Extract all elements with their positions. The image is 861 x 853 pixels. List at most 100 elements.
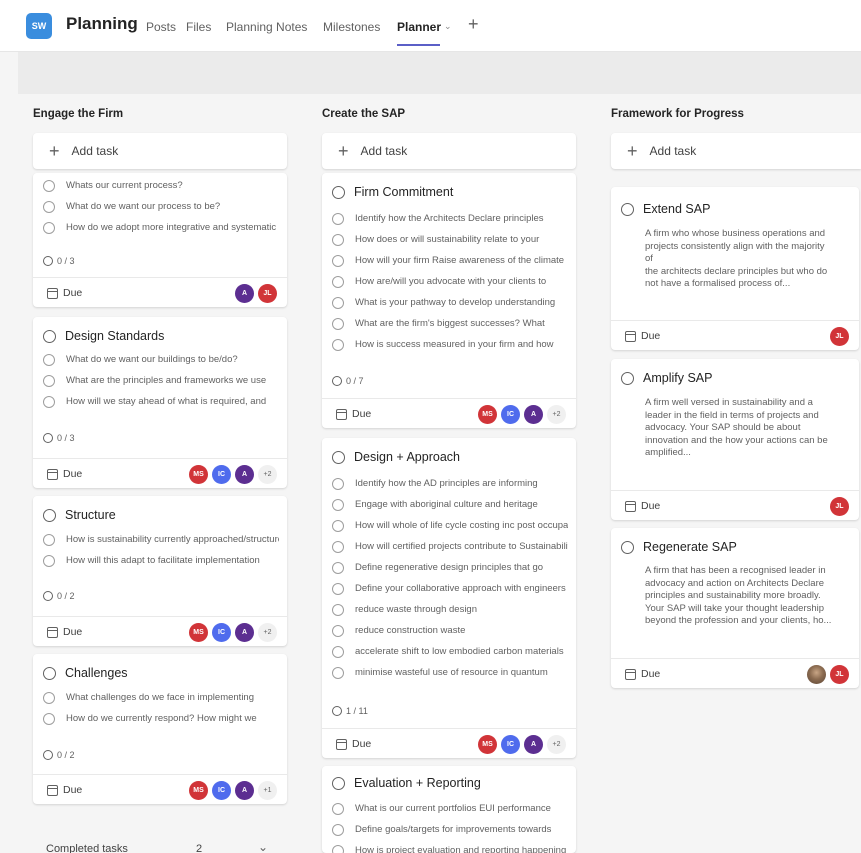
checkbox-circle-icon[interactable]: [332, 844, 344, 853]
complete-circle-icon[interactable]: [332, 185, 345, 199]
checklist-item[interactable]: How do we currently respond? How might w…: [43, 708, 279, 729]
task-card[interactable]: Extend SAP A firm who whose business ope…: [611, 187, 859, 350]
add-tab-plus-icon[interactable]: +: [468, 14, 479, 35]
complete-circle-icon[interactable]: [43, 508, 56, 522]
complete-circle-icon[interactable]: [621, 540, 634, 554]
checkbox-circle-icon[interactable]: [43, 221, 55, 234]
checkbox-circle-icon[interactable]: [332, 498, 344, 511]
assignees[interactable]: MS IC A +2: [185, 465, 277, 484]
avatar[interactable]: A: [235, 465, 254, 484]
assignees[interactable]: A JL: [231, 284, 277, 303]
add-task-button[interactable]: + Add task: [322, 133, 576, 169]
tab-files[interactable]: Files: [186, 20, 211, 34]
tab-milestones[interactable]: Milestones: [323, 20, 380, 34]
task-card[interactable]: Design Standards What do we want our bui…: [33, 317, 287, 488]
due-date[interactable]: Due: [625, 330, 660, 342]
task-card[interactable]: Evaluation + Reporting What is our curre…: [322, 766, 576, 853]
avatar[interactable]: MS: [478, 735, 497, 754]
assignees[interactable]: JL: [826, 327, 849, 346]
checkbox-circle-icon[interactable]: [43, 554, 55, 567]
avatar[interactable]: JL: [830, 665, 849, 684]
checklist-item[interactable]: What do we want our buildings to be/do?: [43, 349, 279, 370]
checklist-item[interactable]: How will this adapt to facilitate implem…: [43, 550, 279, 571]
checkbox-circle-icon[interactable]: [332, 823, 344, 836]
checklist-item[interactable]: What challenges do we face in implementi…: [43, 687, 279, 708]
task-card[interactable]: Amplify SAP A firm well versed in sustai…: [611, 359, 859, 520]
tab-planner[interactable]: Planner: [397, 20, 441, 34]
avatar[interactable]: MS: [478, 405, 497, 424]
avatar[interactable]: A: [235, 284, 254, 303]
due-date[interactable]: Due: [47, 626, 82, 638]
complete-circle-icon[interactable]: [621, 202, 634, 216]
checklist-item[interactable]: minimise wasteful use of resource in qua…: [332, 662, 568, 683]
checklist-item[interactable]: reduce waste through design: [332, 599, 568, 620]
checkbox-circle-icon[interactable]: [332, 317, 344, 330]
checklist-item[interactable]: Engage with aboriginal culture and herit…: [332, 494, 568, 515]
task-title[interactable]: Design + Approach: [332, 450, 460, 464]
due-date[interactable]: Due: [336, 738, 371, 750]
checklist-item[interactable]: What is your pathway to develop understa…: [332, 292, 568, 313]
checklist-item[interactable]: What are the firm's biggest successes? W…: [332, 313, 568, 334]
assignees[interactable]: JL: [803, 665, 849, 684]
avatar[interactable]: MS: [189, 623, 208, 642]
complete-circle-icon[interactable]: [332, 776, 345, 790]
assignees[interactable]: JL: [826, 497, 849, 516]
checklist-item[interactable]: Define your collaborative approach with …: [332, 578, 568, 599]
avatar[interactable]: MS: [189, 781, 208, 800]
checkbox-circle-icon[interactable]: [43, 353, 55, 366]
more-assignees-badge[interactable]: +2: [547, 735, 566, 754]
checkbox-circle-icon[interactable]: [332, 561, 344, 574]
checklist-item[interactable]: How is sustainability currently approach…: [43, 529, 279, 550]
chevron-down-icon[interactable]: ⌄: [258, 840, 268, 853]
task-title[interactable]: Challenges: [43, 666, 128, 680]
more-assignees-badge[interactable]: +2: [258, 623, 277, 642]
checkbox-circle-icon[interactable]: [43, 374, 55, 387]
checklist-item[interactable]: How will whole of life cycle costing inc…: [332, 515, 568, 536]
due-date[interactable]: Due: [47, 468, 82, 480]
checkbox-circle-icon[interactable]: [332, 540, 344, 553]
checkbox-circle-icon[interactable]: [332, 645, 344, 658]
task-card[interactable]: Challenges What challenges do we face in…: [33, 654, 287, 804]
avatar[interactable]: IC: [212, 623, 231, 642]
due-date[interactable]: Due: [625, 668, 660, 680]
checklist-item[interactable]: Whats our current process?: [43, 175, 279, 196]
complete-circle-icon[interactable]: [621, 371, 634, 385]
avatar[interactable]: MS: [189, 465, 208, 484]
checklist-item[interactable]: What do we want our process to be?: [43, 196, 279, 217]
avatar[interactable]: A: [235, 623, 254, 642]
avatar[interactable]: JL: [830, 327, 849, 346]
checklist-item[interactable]: How will your firm Raise awareness of th…: [332, 250, 568, 271]
task-title[interactable]: Design Standards: [43, 329, 164, 343]
checkbox-circle-icon[interactable]: [332, 519, 344, 532]
assignees[interactable]: MS IC A +2: [185, 623, 277, 642]
checklist-item[interactable]: Define regenerative design principles th…: [332, 557, 568, 578]
checkbox-circle-icon[interactable]: [332, 666, 344, 679]
checkbox-circle-icon[interactable]: [43, 395, 55, 408]
checkbox-circle-icon[interactable]: [332, 603, 344, 616]
checklist-item[interactable]: How is project evaluation and reporting …: [332, 840, 568, 853]
more-assignees-badge[interactable]: +2: [258, 465, 277, 484]
avatar[interactable]: IC: [501, 735, 520, 754]
task-card[interactable]: Whats our current process? What do we wa…: [33, 173, 287, 307]
checklist-item[interactable]: reduce construction waste: [332, 620, 568, 641]
more-assignees-badge[interactable]: +1: [258, 781, 277, 800]
checkbox-circle-icon[interactable]: [332, 582, 344, 595]
checklist-item[interactable]: How does or will sustainability relate t…: [332, 229, 568, 250]
avatar[interactable]: A: [524, 735, 543, 754]
checkbox-circle-icon[interactable]: [332, 254, 344, 267]
team-logo[interactable]: SW: [26, 13, 52, 39]
avatar[interactable]: JL: [830, 497, 849, 516]
add-task-button[interactable]: + Add task: [33, 133, 287, 169]
complete-circle-icon[interactable]: [43, 666, 56, 680]
avatar[interactable]: IC: [501, 405, 520, 424]
checklist-item[interactable]: What are the principles and frameworks w…: [43, 370, 279, 391]
task-card[interactable]: Regenerate SAP A firm that has been a re…: [611, 528, 859, 688]
chevron-down-icon[interactable]: ⌄: [444, 21, 452, 32]
checkbox-circle-icon[interactable]: [332, 624, 344, 637]
checkbox-circle-icon[interactable]: [43, 179, 55, 192]
checkbox-circle-icon[interactable]: [332, 233, 344, 246]
checkbox-circle-icon[interactable]: [43, 533, 55, 546]
checkbox-circle-icon[interactable]: [332, 296, 344, 309]
complete-circle-icon[interactable]: [43, 329, 56, 343]
task-card[interactable]: Firm Commitment Identify how the Archite…: [322, 173, 576, 428]
